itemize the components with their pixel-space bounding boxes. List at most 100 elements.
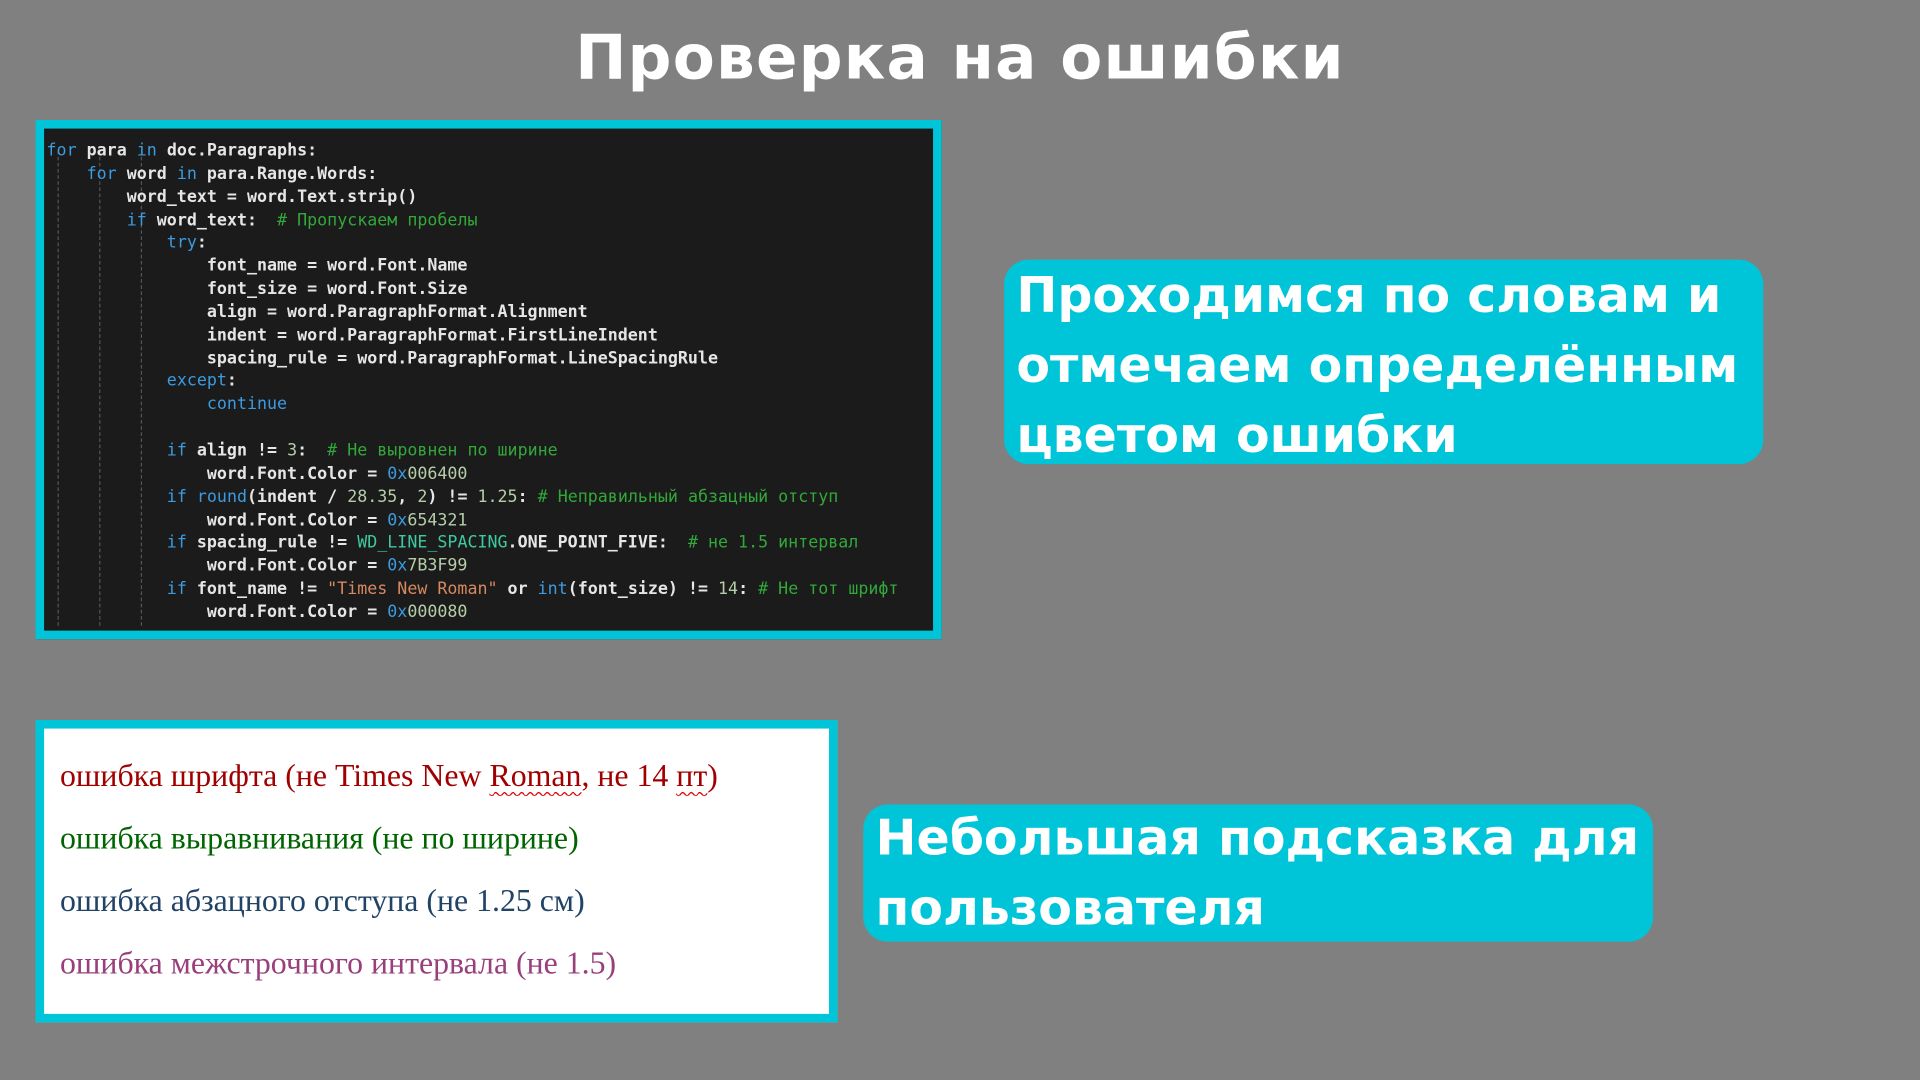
- code-line: indent = word.ParagraphFormat.FirstLineI…: [47, 324, 899, 347]
- code-token: except: [166, 371, 227, 392]
- code-line: align = word.ParagraphFormat.Alignment: [47, 301, 899, 324]
- code-token: word: [116, 163, 177, 184]
- code-token: for: [86, 163, 117, 184]
- code-token: # Не выровнен по ширине: [327, 440, 558, 461]
- code-line: for para in doc.Paragraphs:: [47, 140, 899, 163]
- code-token: para.Range.Words:: [196, 163, 378, 184]
- code-token: .ONE_POINT_FIVE:: [507, 533, 688, 553]
- slide: Проверка на ошибки for para in doc.Parag…: [0, 0, 1920, 1080]
- code-token: round: [196, 486, 247, 507]
- code-token: :: [226, 371, 237, 392]
- code-token: 28.35: [347, 486, 398, 507]
- code-token: int: [537, 579, 568, 599]
- code-line: except:: [47, 370, 899, 393]
- code-line: word_text = word.Text.strip(): [47, 186, 899, 209]
- code-token: if: [166, 533, 187, 553]
- code-token: 1.25: [477, 486, 518, 507]
- code-token: WD_LINE_SPACING: [357, 533, 508, 553]
- code-token: (indent /: [246, 486, 348, 507]
- code-line: continue: [47, 393, 899, 416]
- code-token: font_name !=: [186, 579, 328, 599]
- code-line: if font_name != "Times New Roman" or int…: [47, 578, 899, 601]
- code-token: :: [517, 486, 538, 507]
- code-token: :: [196, 233, 207, 253]
- spellcheck-word: пт: [676, 757, 708, 794]
- code-line: try:: [47, 232, 899, 255]
- code-token: word.Font.Color =: [46, 463, 388, 484]
- code-token: word.Font.Color =: [46, 556, 388, 576]
- legend-text: ошибка шрифта (не Times New: [60, 757, 490, 794]
- code-token: 3: [287, 440, 298, 461]
- code-token: or: [497, 579, 538, 599]
- code-token: in: [136, 140, 157, 161]
- code-token: 2: [417, 486, 428, 507]
- code-token: 0x: [387, 463, 408, 484]
- code-token: in: [176, 163, 197, 184]
- legend-text: , не 14: [581, 757, 677, 794]
- code-line: spacing_rule = word.ParagraphFormat.Line…: [47, 347, 899, 370]
- code-token: ,: [397, 486, 418, 507]
- code-screenshot: for para in doc.Paragraphs: for word in …: [35, 120, 942, 640]
- legend-font-error: ошибка шрифта (не Times New Roman, не 14…: [60, 758, 718, 795]
- code-token: doc.Paragraphs:: [156, 140, 318, 161]
- code-line: if spacing_rule != WD_LINE_SPACING.ONE_P…: [47, 532, 899, 555]
- code-token: align = word.ParagraphFormat.Alignment: [46, 302, 588, 322]
- code-line: word.Font.Color = 0x7B3F99: [47, 555, 899, 578]
- code-token: try: [166, 233, 197, 253]
- code-token: 7B3F99: [407, 556, 468, 576]
- code-token: continue: [206, 394, 288, 415]
- legend-alignment-error: ошибка выравнивания (не по ширине): [60, 820, 579, 856]
- code-token: ) !=: [427, 486, 478, 507]
- code-token: # Пропускаем пробелы: [277, 210, 478, 230]
- code-line: font_size = word.Font.Size: [47, 278, 899, 301]
- code-token: for: [46, 140, 77, 161]
- code-token: if: [166, 486, 187, 507]
- legend-indent-error: ошибка абзацного отступа (не 1.25 см): [60, 882, 585, 919]
- code-token: if: [166, 579, 187, 599]
- code-line: if align != 3: # Не выровнен по ширине: [47, 440, 899, 463]
- code-token: para: [76, 140, 137, 161]
- code-token: 006400: [407, 463, 468, 484]
- code-token: word_text:: [146, 210, 278, 230]
- code-token: # Не тот шрифт: [758, 579, 899, 599]
- code-token: font_size = word.Font.Size: [46, 279, 468, 299]
- code-token: if: [126, 210, 147, 230]
- code-token: "Times New Roman": [327, 579, 498, 599]
- code-token: 000080: [407, 602, 468, 622]
- code-token: (font_size) !=: [567, 579, 719, 599]
- code-line: for word in para.Range.Words:: [47, 163, 899, 186]
- code-token: spacing_rule !=: [186, 533, 358, 553]
- code-token: 654321: [407, 510, 468, 530]
- code-line: font_name = word.Font.Name: [47, 255, 899, 278]
- slide-title: Проверка на ошибки: [575, 22, 1345, 94]
- code-block: for para in doc.Paragraphs: for word in …: [47, 140, 899, 625]
- legend-screenshot: ошибка шрифта (не Times New Roman, не 14…: [35, 720, 838, 1023]
- legend-text: ): [707, 757, 718, 794]
- code-line: word.Font.Color = 0x654321: [47, 509, 899, 532]
- callout-hint: Небольшая подсказка для пользователя: [863, 804, 1654, 942]
- code-token: spacing_rule = word.ParagraphFormat.Line…: [46, 348, 718, 369]
- code-token: if: [166, 440, 187, 461]
- code-token: word.Font.Color =: [46, 602, 388, 622]
- code-line: if round(indent / 28.35, 2) != 1.25: # Н…: [47, 486, 899, 509]
- code-token: 0x: [387, 510, 408, 530]
- code-line: word.Font.Color = 0x000080: [47, 601, 899, 624]
- legend-spacing-error: ошибка межстрочного интервала (не 1.5): [60, 945, 617, 981]
- code-token: align !=: [186, 440, 288, 461]
- code-token: indent = word.ParagraphFormat.FirstLineI…: [46, 325, 658, 346]
- callout-words: Проходимся по словам и отмечаем определё…: [1004, 259, 1764, 465]
- code-token: :: [297, 440, 328, 461]
- code-token: 14: [718, 579, 739, 599]
- code-token: word_text = word.Text.strip(): [46, 186, 418, 207]
- code-line: word.Font.Color = 0x006400: [47, 463, 899, 486]
